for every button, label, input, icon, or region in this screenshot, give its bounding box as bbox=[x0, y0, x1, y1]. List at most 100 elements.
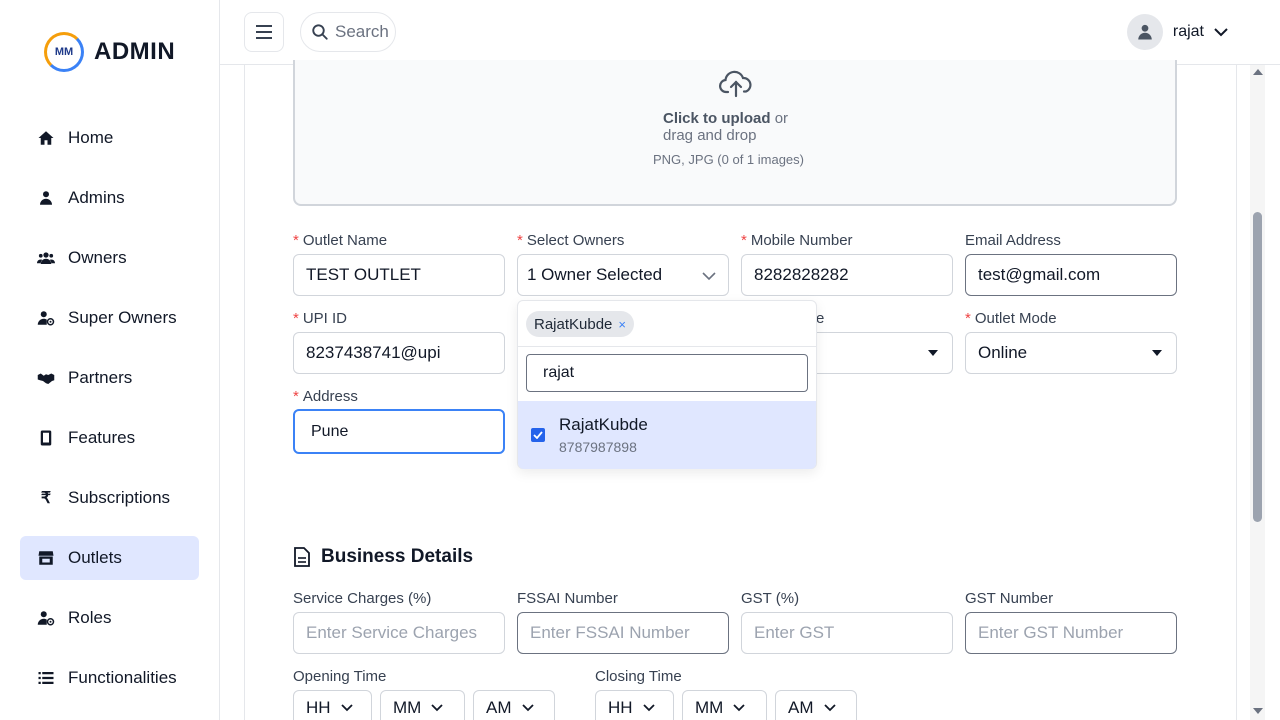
menu-toggle-button[interactable] bbox=[244, 12, 284, 52]
gst-number-input[interactable]: Enter GST Number bbox=[965, 612, 1177, 654]
sidebar-item-label: Owners bbox=[68, 248, 127, 267]
chevron-down-icon bbox=[431, 704, 443, 712]
remove-chip-icon[interactable]: × bbox=[618, 317, 626, 332]
email-input[interactable]: test@gmail.com bbox=[965, 254, 1177, 296]
cloud-upload-icon bbox=[719, 70, 813, 102]
sidebar-item-functionalities[interactable]: Functionalities bbox=[20, 656, 199, 700]
chevron-down-icon bbox=[1214, 28, 1228, 37]
document-icon bbox=[294, 547, 310, 567]
search-placeholder: Search bbox=[335, 22, 389, 41]
business-details-heading: Business Details bbox=[293, 546, 473, 568]
caret-down-icon bbox=[928, 350, 938, 356]
user-icon bbox=[1138, 24, 1152, 40]
chevron-down-icon bbox=[733, 704, 745, 712]
upload-content: Click to upload or drag and drop PNG, JP… bbox=[653, 70, 813, 167]
sidebar-item-label: Home bbox=[68, 128, 114, 147]
upi-id-input[interactable]: 8237438741@upi bbox=[293, 332, 505, 374]
closing-ampm-select[interactable]: AM bbox=[775, 690, 857, 720]
address-label: * Address bbox=[293, 388, 358, 405]
checkbox-checked-icon[interactable] bbox=[531, 428, 545, 442]
partially-hidden-label: e bbox=[816, 310, 825, 327]
upload-or-text: or bbox=[774, 110, 789, 127]
sidebar: MM ADMIN Home Admins Owners Super Owners… bbox=[0, 0, 220, 720]
opening-minute-select[interactable]: MM bbox=[380, 690, 465, 720]
sidebar-item-outlets[interactable]: Outlets bbox=[20, 536, 199, 580]
owner-option-phone: 8787987898 bbox=[559, 439, 637, 455]
sidebar-item-label: Functionalities bbox=[68, 668, 177, 687]
avatar bbox=[1126, 14, 1163, 50]
store-icon bbox=[36, 548, 56, 568]
opening-ampm-select[interactable]: AM bbox=[473, 690, 555, 720]
owner-option[interactable]: RajatKubde 8787987898 bbox=[518, 401, 816, 469]
sidebar-item-roles[interactable]: Roles bbox=[20, 596, 199, 640]
select-owners-label: * Select Owners bbox=[517, 232, 625, 249]
sidebar-nav: Home Admins Owners Super Owners Partners… bbox=[20, 116, 199, 716]
chip-label: RajatKubde bbox=[534, 315, 613, 333]
closing-time-label: Closing Time bbox=[595, 668, 682, 685]
chevron-down-icon bbox=[702, 272, 716, 281]
opening-hour-select[interactable]: HH bbox=[293, 690, 372, 720]
owners-dropdown-menu: RajatKubde × rajat RajatKubde 8787987898 bbox=[517, 300, 817, 469]
logo[interactable]: MM ADMIN bbox=[44, 32, 175, 72]
sidebar-item-partners[interactable]: Partners bbox=[20, 356, 199, 400]
scroll-down-arrow[interactable] bbox=[1253, 708, 1263, 714]
scroll-thumb[interactable] bbox=[1253, 212, 1262, 522]
upload-instructions: Click to upload or bbox=[663, 110, 813, 127]
sidebar-item-admins[interactable]: Admins bbox=[20, 176, 199, 220]
caret-down-icon bbox=[1152, 350, 1162, 356]
sidebar-item-owners[interactable]: Owners bbox=[20, 236, 199, 280]
user-gear-icon bbox=[36, 608, 56, 628]
upload-hint: PNG, JPG (0 of 1 images) bbox=[653, 152, 804, 167]
gst-label: GST (%) bbox=[741, 590, 800, 607]
service-charges-label: Service Charges (%) bbox=[293, 590, 432, 607]
gst-number-label: GST Number bbox=[965, 590, 1054, 607]
chevron-down-icon bbox=[823, 704, 836, 712]
sidebar-item-label: Partners bbox=[68, 368, 133, 387]
owner-search-input[interactable]: rajat bbox=[526, 354, 808, 392]
selected-owner-chip: RajatKubde × bbox=[526, 311, 634, 337]
sidebar-item-label: Roles bbox=[68, 608, 112, 627]
search-icon bbox=[312, 24, 328, 40]
logo-badge: MM bbox=[44, 32, 84, 72]
closing-minute-select[interactable]: MM bbox=[682, 690, 767, 720]
search-bar[interactable]: Search bbox=[300, 12, 396, 52]
hamburger-icon bbox=[256, 25, 272, 39]
sidebar-item-label: Subscriptions bbox=[68, 488, 171, 507]
mobile-number-input[interactable]: 8282828282 bbox=[741, 254, 953, 296]
username: rajat bbox=[1172, 23, 1204, 40]
chevron-down-icon bbox=[521, 704, 534, 712]
chevron-down-icon bbox=[642, 704, 655, 712]
click-to-upload-link[interactable]: Click to upload bbox=[663, 110, 771, 127]
address-textarea[interactable]: Pune bbox=[293, 409, 505, 454]
business-details-title: Business Details bbox=[321, 546, 474, 567]
divider bbox=[518, 346, 816, 347]
chevron-down-icon bbox=[340, 704, 353, 712]
top-header: Search rajat bbox=[220, 0, 1280, 65]
outlet-name-input[interactable]: TEST OUTLET bbox=[293, 254, 505, 296]
users-icon bbox=[36, 248, 56, 268]
sidebar-item-label: Outlets bbox=[68, 548, 122, 567]
sidebar-item-home[interactable]: Home bbox=[20, 116, 199, 160]
gst-input[interactable]: Enter GST bbox=[741, 612, 953, 654]
select-owners-dropdown[interactable]: 1 Owner Selected bbox=[517, 254, 729, 296]
rupee-icon: ₹ bbox=[40, 490, 52, 507]
user-menu[interactable]: rajat bbox=[1126, 14, 1228, 50]
page-scrollbar[interactable] bbox=[1250, 65, 1265, 720]
fssai-input[interactable]: Enter FSSAI Number bbox=[517, 612, 729, 654]
image-upload-dropzone[interactable]: Click to upload or drag and drop PNG, JP… bbox=[293, 60, 1177, 206]
sidebar-item-super-owners[interactable]: Super Owners bbox=[20, 296, 199, 340]
sidebar-item-subscriptions[interactable]: ₹ Subscriptions bbox=[20, 476, 199, 520]
outlet-mode-select[interactable]: Online bbox=[965, 332, 1177, 374]
sidebar-item-features[interactable]: Features bbox=[20, 416, 199, 460]
upload-drag-text: drag and drop bbox=[663, 127, 757, 144]
email-label: Email Address bbox=[965, 232, 1061, 249]
scroll-up-arrow[interactable] bbox=[1253, 69, 1263, 75]
closing-hour-select[interactable]: HH bbox=[595, 690, 674, 720]
outlet-mode-label: * Outlet Mode bbox=[965, 310, 1057, 327]
handshake-icon bbox=[36, 368, 56, 388]
service-charges-input[interactable]: Enter Service Charges bbox=[293, 612, 505, 654]
logo-text: ADMIN bbox=[94, 38, 176, 65]
opening-time-label: Opening Time bbox=[293, 668, 387, 685]
mobile-number-label: * Mobile Number bbox=[741, 232, 853, 249]
mobile-icon bbox=[36, 428, 56, 448]
